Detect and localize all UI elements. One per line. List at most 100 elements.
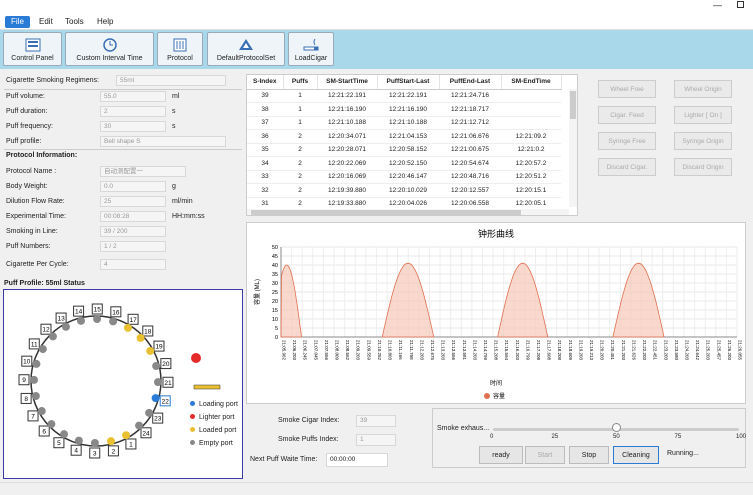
port-number: 24	[142, 430, 150, 437]
default-protocol-set-button[interactable]: DefaultProtocolSet	[207, 32, 285, 66]
puff-volume-field[interactable]: 55.0	[100, 91, 166, 102]
table-row[interactable]: 38 1 12:21:16.190 12:21:16.190 12:21:18.717	[247, 102, 561, 117]
table-row[interactable]: 33 2 12:20:16.069 12:20:46.147 12:20:48.716 1…	[247, 170, 561, 184]
port-10[interactable]: 10	[21, 355, 41, 368]
body-weight-field[interactable]: 0.0	[100, 181, 166, 192]
protocol-button[interactable]: Protocol	[157, 32, 203, 66]
wheel-origin-button[interactable]: Wheel Origin	[674, 80, 732, 98]
discard-origin-button[interactable]: Discard Origin	[674, 158, 732, 176]
minimize-icon[interactable]: —	[713, 0, 722, 10]
wait-time-field[interactable]: 00:00:00	[326, 453, 388, 467]
port-dot	[60, 430, 69, 439]
port-20[interactable]: 20	[152, 358, 172, 371]
menu-help[interactable]: Help	[91, 16, 119, 28]
puff-frequency-field[interactable]: 30	[100, 121, 166, 132]
carousel-wheel: 14 15 16171819202122232412345678910111213	[18, 303, 221, 459]
port-12[interactable]: 12	[40, 323, 57, 341]
custom-interval-time-button[interactable]: Custom Interval Time	[65, 32, 154, 66]
port-number: 18	[144, 328, 152, 335]
x-tick-label: 21:23.580	[674, 340, 679, 361]
table-row[interactable]: 36 2 12:20:34.071 12:21:04.153 12:21:06.676 1…	[247, 129, 561, 144]
puff-duration-label: Puff duration:	[6, 108, 48, 115]
table-cell: 12:21:18.717	[439, 102, 501, 117]
port-21[interactable]: 21	[153, 376, 174, 388]
port-15[interactable]: 15	[91, 303, 103, 324]
puff-numbers-field[interactable]: 1 / 2	[100, 241, 166, 252]
port-16[interactable]: 16	[109, 306, 122, 326]
puff-profile-field[interactable]: Bell shape S	[100, 136, 226, 147]
column-header[interactable]: Puffs	[283, 75, 318, 90]
hardware-buttons-panel: Wheel Free Wheel Origin Cigar. Feed Ligh…	[582, 74, 746, 216]
protocol-name-field[interactable]: 自动测配置一	[100, 166, 186, 177]
column-header[interactable]: PuffStart-Last	[377, 75, 440, 90]
control-panel-button[interactable]: Control Panel	[3, 32, 62, 66]
menu-tools[interactable]: Tools	[59, 16, 90, 28]
table-row[interactable]: 34 2 12:20:22.069 12:20:52.150 12:20:54.674 1…	[247, 156, 561, 171]
port-number: 8	[24, 396, 28, 403]
load-cigar-button[interactable]: LoadCigar	[288, 32, 334, 66]
port-number: 9	[22, 377, 26, 384]
column-header[interactable]: PuffEnd-Last	[439, 75, 502, 90]
y-tick-label: 50	[272, 245, 278, 251]
x-tick-label: 21:14.203	[472, 340, 477, 361]
port-dot	[77, 316, 86, 325]
table-cell: 12:20:51.2	[501, 170, 561, 184]
dilution-field[interactable]: 25	[100, 196, 166, 207]
port-22[interactable]: 22	[151, 394, 171, 407]
table-cell: 12:21:16.190	[317, 102, 377, 117]
legend-label[interactable]: 容量	[493, 392, 505, 400]
puffs-index-field[interactable]: 1	[356, 434, 396, 446]
table-row[interactable]: 35 2 12:20:28.071 12:20:58.152 12:21:00.675 1…	[247, 143, 561, 157]
ready-button[interactable]: ready	[479, 446, 523, 464]
table-vscrollbar[interactable]	[569, 89, 577, 207]
port-4[interactable]: 4	[70, 436, 83, 456]
cigar-feed-button[interactable]: Cigar. Feed	[598, 106, 656, 124]
port-dot	[153, 378, 162, 387]
column-header[interactable]: SM-StartTime	[317, 75, 378, 90]
syringe-free-button[interactable]: Syringe Free	[598, 132, 656, 150]
stop-button[interactable]: Stop	[569, 446, 609, 464]
syringe-origin-button[interactable]: Syringe Origin	[674, 132, 732, 150]
discard-cigar-button[interactable]: Discard Cigar.	[598, 158, 656, 176]
port-6[interactable]: 6	[38, 420, 56, 437]
table-hscrollbar[interactable]	[247, 209, 569, 215]
start-button[interactable]: Start	[525, 446, 565, 464]
maximize-icon[interactable]	[737, 1, 744, 8]
slider-tick-label: 50	[613, 434, 620, 440]
exp-time-field[interactable]: 00:08:28	[100, 211, 166, 222]
smoking-in-line-field[interactable]: 39 / 200	[100, 226, 166, 237]
menu-edit[interactable]: Edit	[33, 16, 59, 28]
wheel-free-button[interactable]: Wheel Free	[598, 80, 656, 98]
port-3[interactable]: 3	[89, 438, 101, 459]
exp-time-label: Experimental Time:	[6, 213, 66, 220]
legend-lighter-label: Lighter port	[199, 414, 235, 421]
puff-frequency-unit: s	[172, 123, 176, 130]
puff-duration-field[interactable]: 2	[100, 106, 166, 117]
slider-tick-label: 0	[490, 434, 494, 440]
column-header[interactable]: S-Index	[247, 75, 284, 90]
x-tick-label: 21:22.203	[642, 340, 647, 361]
table-row[interactable]: 37 1 12:21:10.188 12:21:10.188 12:21:12.712	[247, 116, 561, 130]
port-number: 17	[129, 317, 137, 324]
table-row[interactable]: 39 1 12:21:22.191 12:21:22.191 12:21:24.716	[247, 89, 561, 103]
port-2[interactable]: 2	[106, 437, 119, 457]
x-tick-label: 21:12.675	[430, 340, 435, 361]
x-tick-label: 21:25.457	[716, 340, 721, 361]
regimen-field[interactable]: 55ml	[116, 75, 226, 86]
port-9[interactable]: 9	[18, 374, 39, 386]
slider-thumb[interactable]	[612, 423, 621, 432]
port-14[interactable]: 14	[73, 305, 86, 325]
cigar-index-field[interactable]: 39	[356, 415, 396, 427]
legend-marker-icon[interactable]	[484, 393, 490, 399]
x-tick-label: 21:18.208	[557, 340, 562, 361]
smoke-log-table[interactable]: S-Index Puffs SM-StartTime PuffStart-Last Pu…	[246, 74, 578, 216]
per-cycle-field[interactable]: 4	[100, 259, 166, 270]
table-row[interactable]: 32 2 12:19:39.880 12:20:10.029 12:20:12.557 1…	[247, 183, 561, 198]
port-18[interactable]: 18	[136, 325, 154, 342]
lighter-button[interactable]: Lighter [ On ]	[674, 106, 732, 124]
column-header[interactable]: SM-EndTime	[501, 75, 562, 90]
menu-file[interactable]: File	[5, 16, 30, 28]
port-24[interactable]: 24	[135, 421, 152, 439]
cleaning-button[interactable]: Cleaning	[613, 446, 659, 464]
port-8[interactable]: 8	[20, 391, 40, 404]
